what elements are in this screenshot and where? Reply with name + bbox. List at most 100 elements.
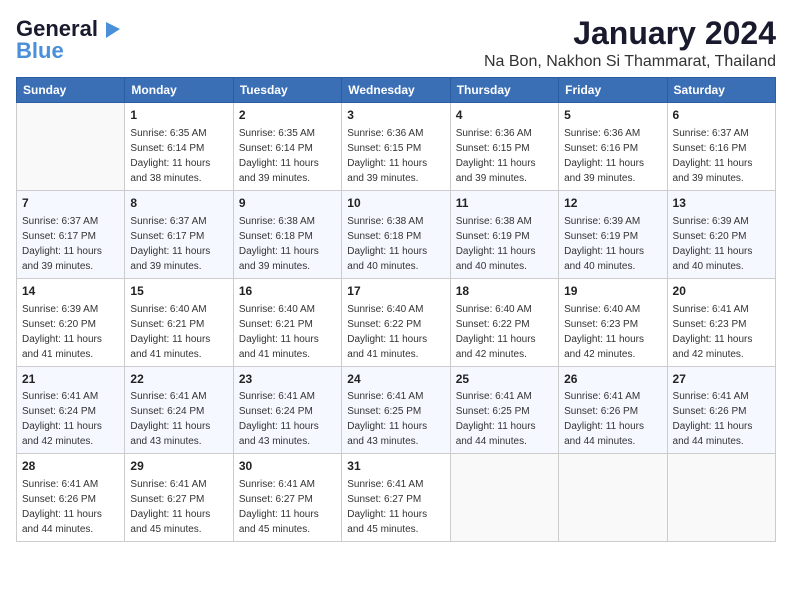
calendar-cell: 12 Sunrise: 6:39 AMSunset: 6:19 PMDayligh… — [559, 190, 667, 278]
cell-info: Sunrise: 6:36 AMSunset: 6:15 PMDaylight:… — [347, 128, 427, 184]
cell-info: Sunrise: 6:40 AMSunset: 6:22 PMDaylight:… — [347, 304, 427, 360]
cell-info: Sunrise: 6:35 AMSunset: 6:14 PMDaylight:… — [130, 128, 210, 184]
day-number: 20 — [673, 283, 770, 300]
day-number: 2 — [239, 107, 336, 124]
logo: General Blue — [16, 16, 122, 64]
day-number: 19 — [564, 283, 661, 300]
day-number: 5 — [564, 107, 661, 124]
week-row-3: 14 Sunrise: 6:39 AMSunset: 6:20 PMDayligh… — [17, 278, 776, 366]
calendar-table: SundayMondayTuesdayWednesdayThursdayFrid… — [16, 77, 776, 542]
header: General Blue January 2024 Na Bon, Nakhon… — [16, 16, 776, 71]
cell-info: Sunrise: 6:40 AMSunset: 6:23 PMDaylight:… — [564, 304, 644, 360]
cell-info: Sunrise: 6:37 AMSunset: 6:17 PMDaylight:… — [130, 216, 210, 272]
cell-info: Sunrise: 6:37 AMSunset: 6:17 PMDaylight:… — [22, 216, 102, 272]
day-number: 16 — [239, 283, 336, 300]
day-number: 22 — [130, 371, 227, 388]
calendar-cell: 24Sunrise: 6:41 AMSunset: 6:25 PMDayligh… — [342, 366, 450, 454]
calendar-cell: 16 Sunrise: 6:40 AMSunset: 6:21 PMDayligh… — [233, 278, 341, 366]
calendar-cell: 19 Sunrise: 6:40 AMSunset: 6:23 PMDayligh… — [559, 278, 667, 366]
day-number: 24 — [347, 371, 444, 388]
day-number: 8 — [130, 195, 227, 212]
calendar-cell: 26 Sunrise: 6:41 AMSunset: 6:26 PMDayligh… — [559, 366, 667, 454]
calendar-cell: 13 Sunrise: 6:39 AMSunset: 6:20 PMDayligh… — [667, 190, 775, 278]
calendar-cell: 9 Sunrise: 6:38 AMSunset: 6:18 PMDaylight… — [233, 190, 341, 278]
day-number: 29 — [130, 458, 227, 475]
day-number: 25 — [456, 371, 553, 388]
day-number: 12 — [564, 195, 661, 212]
cell-info: Sunrise: 6:40 AMSunset: 6:21 PMDaylight:… — [130, 304, 210, 360]
day-number: 7 — [22, 195, 119, 212]
calendar-cell: 14 Sunrise: 6:39 AMSunset: 6:20 PMDayligh… — [17, 278, 125, 366]
page-container: General Blue January 2024 Na Bon, Nakhon… — [0, 0, 792, 552]
cell-info: Sunrise: 6:41 AMSunset: 6:25 PMDaylight:… — [456, 391, 536, 447]
calendar-cell: 3 Sunrise: 6:36 AMSunset: 6:15 PMDaylight… — [342, 103, 450, 191]
header-row: SundayMondayTuesdayWednesdayThursdayFrid… — [17, 78, 776, 103]
week-row-2: 7 Sunrise: 6:37 AMSunset: 6:17 PMDaylight… — [17, 190, 776, 278]
day-number: 9 — [239, 195, 336, 212]
week-row-1: 1 Sunrise: 6:35 AMSunset: 6:14 PMDaylight… — [17, 103, 776, 191]
cell-info: Sunrise: 6:38 AMSunset: 6:19 PMDaylight:… — [456, 216, 536, 272]
cell-info: Sunrise: 6:40 AMSunset: 6:22 PMDaylight:… — [456, 304, 536, 360]
logo-blue: Blue — [16, 38, 64, 64]
calendar-cell: 22Sunrise: 6:41 AMSunset: 6:24 PMDayligh… — [125, 366, 233, 454]
day-number: 3 — [347, 107, 444, 124]
cell-info: Sunrise: 6:36 AMSunset: 6:16 PMDaylight:… — [564, 128, 644, 184]
calendar-cell — [450, 454, 558, 542]
col-header-thursday: Thursday — [450, 78, 558, 103]
cell-info: Sunrise: 6:38 AMSunset: 6:18 PMDaylight:… — [347, 216, 427, 272]
calendar-cell — [17, 103, 125, 191]
calendar-cell: 10 Sunrise: 6:38 AMSunset: 6:18 PMDayligh… — [342, 190, 450, 278]
day-number: 18 — [456, 283, 553, 300]
day-number: 23 — [239, 371, 336, 388]
cell-info: Sunrise: 6:39 AMSunset: 6:20 PMDaylight:… — [22, 304, 102, 360]
cell-info: Sunrise: 6:38 AMSunset: 6:18 PMDaylight:… — [239, 216, 319, 272]
day-number: 28 — [22, 458, 119, 475]
day-number: 15 — [130, 283, 227, 300]
day-number: 13 — [673, 195, 770, 212]
cell-info: Sunrise: 6:41 AMSunset: 6:26 PMDaylight:… — [564, 391, 644, 447]
calendar-cell: 8 Sunrise: 6:37 AMSunset: 6:17 PMDaylight… — [125, 190, 233, 278]
calendar-cell: 21Sunrise: 6:41 AMSunset: 6:24 PMDayligh… — [17, 366, 125, 454]
calendar-cell: 4Sunrise: 6:36 AMSunset: 6:15 PMDaylight… — [450, 103, 558, 191]
calendar-cell: 17 Sunrise: 6:40 AMSunset: 6:22 PMDayligh… — [342, 278, 450, 366]
calendar-cell: 2 Sunrise: 6:35 AMSunset: 6:14 PMDaylight… — [233, 103, 341, 191]
cell-info: Sunrise: 6:41 AMSunset: 6:24 PMDaylight:… — [22, 391, 102, 447]
calendar-cell: 5 Sunrise: 6:36 AMSunset: 6:16 PMDaylight… — [559, 103, 667, 191]
calendar-cell: 23 Sunrise: 6:41 AMSunset: 6:24 PMDayligh… — [233, 366, 341, 454]
day-number: 14 — [22, 283, 119, 300]
cell-info: Sunrise: 6:41 AMSunset: 6:27 PMDaylight:… — [239, 479, 319, 535]
day-number: 1 — [130, 107, 227, 124]
cell-info: Sunrise: 6:41 AMSunset: 6:24 PMDaylight:… — [239, 391, 319, 447]
cell-info: Sunrise: 6:41 AMSunset: 6:26 PMDaylight:… — [22, 479, 102, 535]
day-number: 17 — [347, 283, 444, 300]
calendar-cell: 29Sunrise: 6:41 AMSunset: 6:27 PMDayligh… — [125, 454, 233, 542]
calendar-cell: 1 Sunrise: 6:35 AMSunset: 6:14 PMDaylight… — [125, 103, 233, 191]
cell-info: Sunrise: 6:40 AMSunset: 6:21 PMDaylight:… — [239, 304, 319, 360]
day-number: 26 — [564, 371, 661, 388]
day-number: 10 — [347, 195, 444, 212]
calendar-cell: 15 Sunrise: 6:40 AMSunset: 6:21 PMDayligh… — [125, 278, 233, 366]
calendar-cell: 7 Sunrise: 6:37 AMSunset: 6:17 PMDaylight… — [17, 190, 125, 278]
week-row-4: 21Sunrise: 6:41 AMSunset: 6:24 PMDayligh… — [17, 366, 776, 454]
day-number: 27 — [673, 371, 770, 388]
subtitle: Na Bon, Nakhon Si Thammarat, Thailand — [484, 53, 776, 71]
col-header-monday: Monday — [125, 78, 233, 103]
col-header-saturday: Saturday — [667, 78, 775, 103]
calendar-cell: 6Sunrise: 6:37 AMSunset: 6:16 PMDaylight… — [667, 103, 775, 191]
cell-info: Sunrise: 6:36 AMSunset: 6:15 PMDaylight:… — [456, 128, 536, 184]
calendar-cell: 25 Sunrise: 6:41 AMSunset: 6:25 PMDayligh… — [450, 366, 558, 454]
day-number: 31 — [347, 458, 444, 475]
week-row-5: 28 Sunrise: 6:41 AMSunset: 6:26 PMDayligh… — [17, 454, 776, 542]
cell-info: Sunrise: 6:41 AMSunset: 6:26 PMDaylight:… — [673, 391, 753, 447]
cell-info: Sunrise: 6:37 AMSunset: 6:16 PMDaylight:… — [673, 128, 753, 184]
cell-info: Sunrise: 6:41 AMSunset: 6:23 PMDaylight:… — [673, 304, 753, 360]
cell-info: Sunrise: 6:35 AMSunset: 6:14 PMDaylight:… — [239, 128, 319, 184]
cell-info: Sunrise: 6:39 AMSunset: 6:19 PMDaylight:… — [564, 216, 644, 272]
calendar-cell — [559, 454, 667, 542]
cell-info: Sunrise: 6:39 AMSunset: 6:20 PMDaylight:… — [673, 216, 753, 272]
calendar-cell: 20 Sunrise: 6:41 AMSunset: 6:23 PMDayligh… — [667, 278, 775, 366]
main-title: January 2024 — [484, 16, 776, 51]
calendar-cell: 11Sunrise: 6:38 AMSunset: 6:19 PMDayligh… — [450, 190, 558, 278]
col-header-friday: Friday — [559, 78, 667, 103]
col-header-tuesday: Tuesday — [233, 78, 341, 103]
